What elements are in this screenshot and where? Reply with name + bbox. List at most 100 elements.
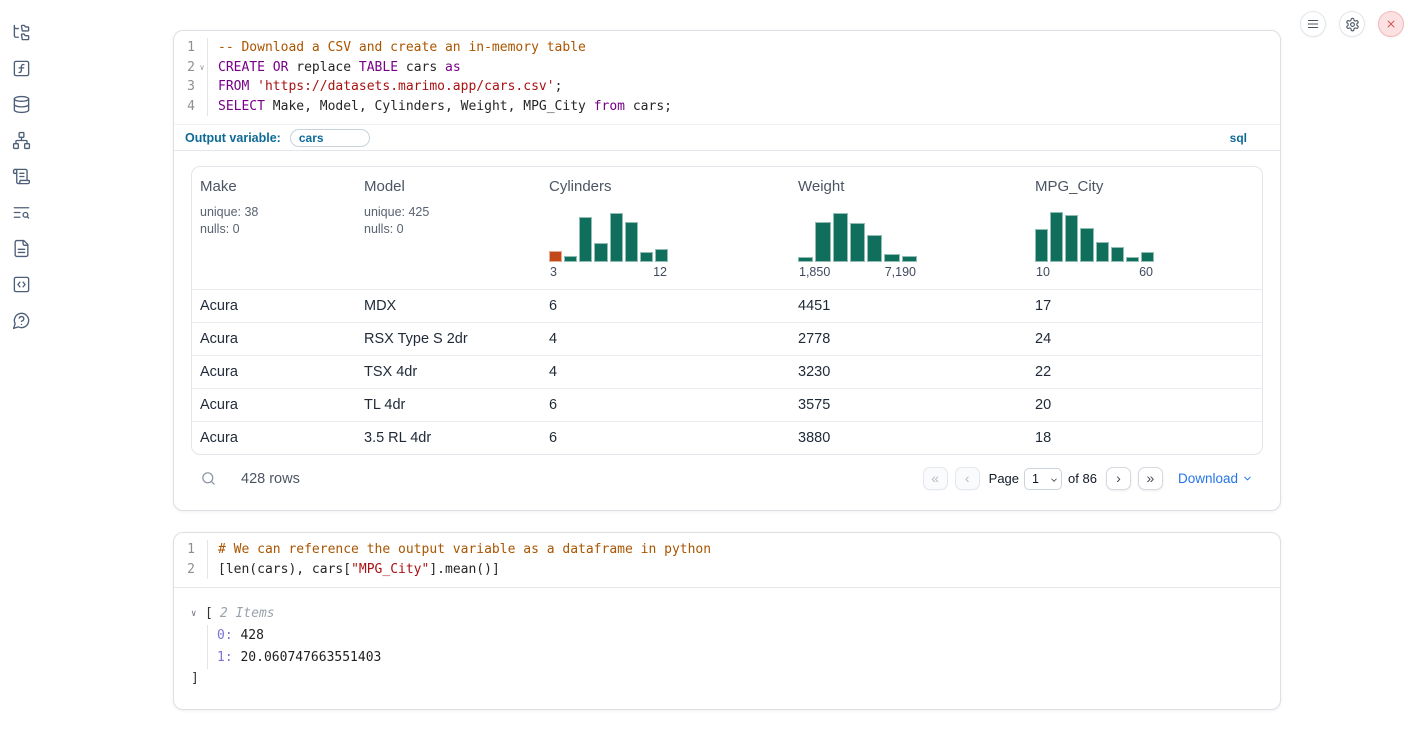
table-cell: Acura	[192, 323, 356, 355]
table-cell: Acura	[192, 356, 356, 388]
dependency-graph-icon[interactable]	[12, 131, 31, 150]
histogram-bar	[867, 235, 882, 262]
code-line[interactable]: 1# We can reference the output variable …	[174, 540, 1280, 560]
table-row[interactable]: AcuraTSX 4dr4323022	[192, 355, 1262, 388]
settings-button[interactable]	[1339, 11, 1365, 37]
axis-min-label: 1,850	[799, 265, 830, 279]
column-histogram[interactable]: 1,850 7,190	[798, 209, 917, 281]
histogram-bar	[625, 222, 638, 262]
functions-icon[interactable]	[12, 59, 31, 78]
page-of-label: of 86	[1068, 471, 1097, 486]
download-label: Download	[1178, 471, 1238, 486]
sql-code-editor[interactable]: 1-- Download a CSV and create an in-memo…	[174, 31, 1280, 124]
axis-max-label: 60	[1139, 265, 1153, 279]
chevron-down-icon	[1242, 473, 1253, 484]
histogram-bars	[549, 209, 668, 262]
table-cell: 4	[541, 323, 790, 355]
histogram-bar	[655, 249, 668, 262]
gear-icon	[1345, 17, 1360, 32]
table-header: Makeunique: 38nulls: 0Modelunique: 425nu…	[192, 167, 1262, 289]
histogram-axis: 1060	[1035, 265, 1154, 281]
table-cell: 24	[1027, 323, 1262, 355]
shutdown-button[interactable]	[1378, 11, 1404, 37]
table-cell: 3575	[790, 389, 1027, 421]
axis-max-label: 7,190	[885, 265, 916, 279]
table-cell: 4451	[790, 290, 1027, 322]
menu-button[interactable]	[1300, 11, 1326, 37]
row-count: 428 rows	[241, 471, 300, 487]
output-variable-input[interactable]	[290, 129, 370, 147]
code-text: SELECT Make, Model, Cylinders, Weight, M…	[208, 97, 672, 117]
histogram-bar	[1080, 228, 1093, 262]
code-line[interactable]: 4 SELECT Make, Model, Cylinders, Weight, …	[174, 97, 1280, 117]
line-number: 1	[187, 38, 197, 58]
line-number: 4	[187, 97, 197, 117]
table-body: AcuraMDX6445117AcuraRSX Type S 2dr427782…	[192, 289, 1262, 454]
histogram-axis: 1,850 7,190	[798, 265, 917, 281]
histogram-bar	[1035, 229, 1048, 262]
code-line[interactable]: 2∨CREATE OR replace TABLE cars as	[174, 58, 1280, 78]
help-icon[interactable]	[12, 311, 31, 330]
histogram-bar	[549, 251, 562, 262]
column-name: Model	[364, 178, 533, 195]
column-histogram[interactable]: 312	[549, 209, 668, 281]
documentation-icon[interactable]	[12, 239, 31, 258]
pagination: « ‹ Page 1 of 86 › » Download	[923, 467, 1253, 490]
download-button[interactable]: Download	[1178, 471, 1253, 486]
histogram-bar	[833, 213, 848, 262]
table-row[interactable]: AcuraMDX6445117	[192, 289, 1262, 322]
logs-icon[interactable]	[12, 203, 31, 222]
column-histogram[interactable]: 1060	[1035, 209, 1154, 281]
item-value: 428	[233, 628, 264, 643]
histogram-bar	[1065, 215, 1078, 262]
table-row[interactable]: AcuraTL 4dr6357520	[192, 388, 1262, 421]
last-page-button[interactable]: »	[1138, 467, 1163, 490]
column-header[interactable]: Makeunique: 38nulls: 0	[192, 167, 356, 289]
table-cell: 6	[541, 422, 790, 454]
python-code-editor[interactable]: 1# We can reference the output variable …	[174, 533, 1280, 588]
datasources-icon[interactable]	[12, 95, 31, 114]
table-cell: MDX	[356, 290, 541, 322]
close-icon	[1385, 18, 1397, 30]
column-name: Weight	[798, 178, 1019, 195]
fold-icon[interactable]: ∨	[197, 58, 207, 78]
scratchpad-icon[interactable]	[12, 167, 31, 186]
column-header[interactable]: MPG_City1060	[1027, 167, 1262, 289]
tree-item[interactable]: 1: 20.060747663551403	[217, 647, 1263, 669]
column-header[interactable]: Weight 1,850 7,190	[790, 167, 1027, 289]
code-line[interactable]: 1-- Download a CSV and create an in-memo…	[174, 38, 1280, 58]
close-bracket: ]	[191, 669, 1263, 689]
snippets-icon[interactable]	[12, 275, 31, 294]
next-page-button[interactable]: ›	[1106, 467, 1131, 490]
page-select[interactable]: 1	[1024, 468, 1062, 490]
first-page-button[interactable]: «	[923, 467, 948, 490]
code-line[interactable]: 2[len(cars), cars["MPG_City"].mean()]	[174, 560, 1280, 580]
page-label: Page	[989, 471, 1019, 486]
table-cell: 22	[1027, 356, 1262, 388]
open-bracket: [	[205, 603, 213, 625]
code-text: # We can reference the output variable a…	[208, 540, 711, 560]
notebook: 1-- Download a CSV and create an in-memo…	[173, 30, 1281, 710]
search-icon[interactable]	[200, 470, 217, 487]
axis-min-label: 3	[550, 265, 557, 279]
item-key: 0:	[217, 628, 233, 643]
code-line[interactable]: 3FROM 'https://datasets.marimo.app/cars.…	[174, 77, 1280, 97]
table-cell: Acura	[192, 290, 356, 322]
table-row[interactable]: Acura3.5 RL 4dr6388018	[192, 421, 1262, 454]
line-gutter: 1	[174, 540, 208, 560]
output-variable-label: Output variable:	[185, 131, 281, 145]
histogram-bar	[579, 217, 592, 262]
item-value: 20.060747663551403	[233, 650, 382, 665]
histogram-bars	[1035, 209, 1154, 262]
collapse-chevron-icon[interactable]: ∨	[191, 603, 205, 625]
tree-item[interactable]: 0: 428	[217, 625, 1263, 647]
column-stats: unique: 38nulls: 0	[200, 204, 348, 238]
column-header[interactable]: Modelunique: 425nulls: 0	[356, 167, 541, 289]
column-header[interactable]: Cylinders312	[541, 167, 790, 289]
prev-page-button[interactable]: ‹	[955, 467, 980, 490]
table-cell: 20	[1027, 389, 1262, 421]
histogram-bar	[640, 252, 653, 262]
table-row[interactable]: AcuraRSX Type S 2dr4277824	[192, 322, 1262, 355]
file-explorer-icon[interactable]	[12, 23, 31, 42]
line-number: 2	[187, 560, 197, 580]
